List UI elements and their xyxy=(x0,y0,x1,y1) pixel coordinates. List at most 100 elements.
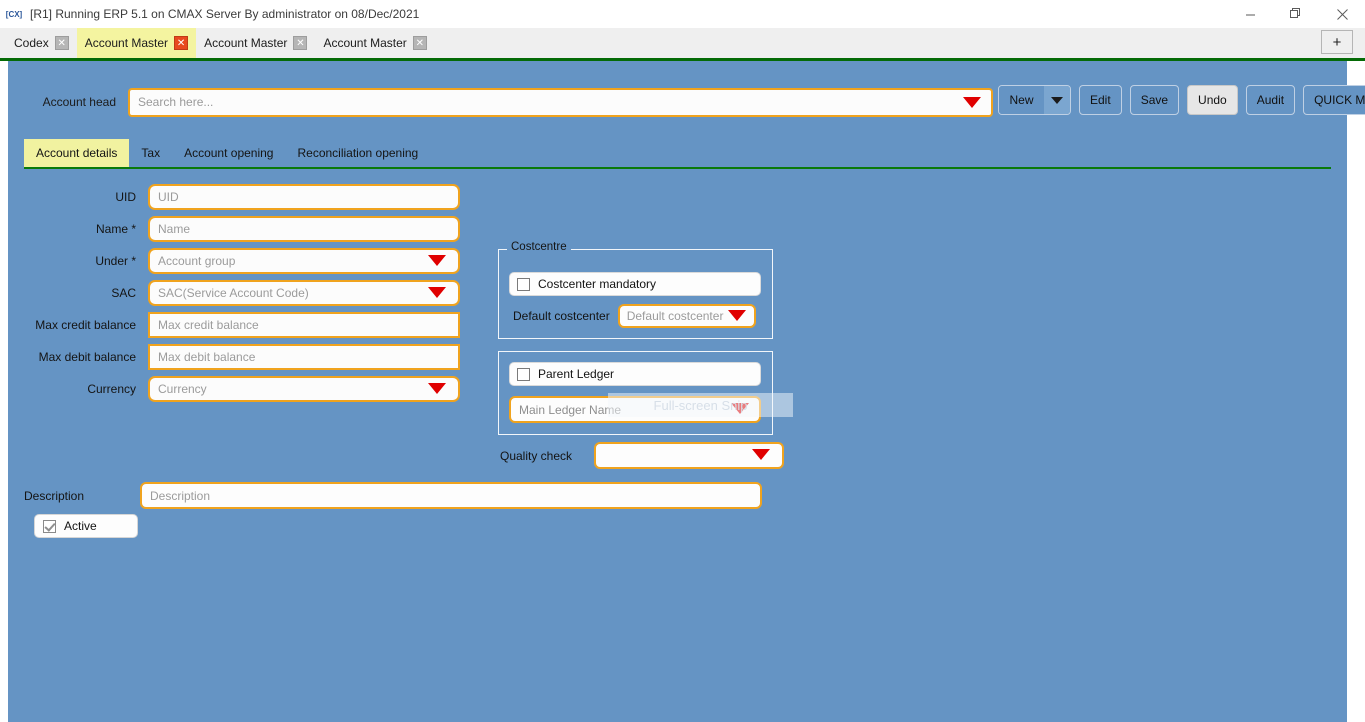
erp-icon: [CX] xyxy=(6,6,22,22)
window-controls xyxy=(1227,0,1365,28)
account-head-label: Account head xyxy=(20,95,128,109)
search-input[interactable]: Search here... xyxy=(128,88,993,117)
doc-tab-label: Account Master xyxy=(204,36,287,50)
description-row: Description Description xyxy=(24,482,762,509)
quality-check-dropdown[interactable] xyxy=(594,442,784,469)
field-row-name: Name * Name xyxy=(24,213,460,245)
max-credit-balance-label: Max credit balance xyxy=(24,318,148,332)
under-placeholder: Account group xyxy=(150,254,235,268)
tab-close-icon[interactable]: ✕ xyxy=(413,36,427,50)
section-tabs: Account details Tax Account opening Reco… xyxy=(24,139,1337,167)
chevron-down-icon[interactable] xyxy=(428,287,446,298)
quality-check-row: Quality check xyxy=(500,442,784,469)
new-split-button[interactable]: New xyxy=(998,85,1071,115)
tab-close-icon[interactable]: ✕ xyxy=(174,36,188,50)
chevron-down-icon[interactable] xyxy=(428,383,446,394)
uid-input[interactable]: UID xyxy=(148,184,460,210)
window-title: [R1] Running ERP 5.1 on CMAX Server By a… xyxy=(30,7,419,21)
max-debit-balance-placeholder: Max debit balance xyxy=(150,350,255,364)
quick-menu-button[interactable]: QUICK MENU xyxy=(1303,85,1365,115)
max-debit-balance-label: Max debit balance xyxy=(24,350,148,364)
currency-label: Currency xyxy=(24,382,148,396)
description-label: Description xyxy=(24,489,140,503)
field-row-uid: UID UID xyxy=(24,181,460,213)
save-button[interactable]: Save xyxy=(1130,85,1179,115)
field-row-sac: SAC SAC(Service Account Code) xyxy=(24,277,460,309)
tab-close-icon[interactable]: ✕ xyxy=(55,36,69,50)
tab-account-details[interactable]: Account details xyxy=(24,139,129,167)
new-dropdown-button[interactable] xyxy=(1044,86,1070,114)
field-row-under: Under * Account group xyxy=(24,245,460,277)
chevron-down-icon[interactable] xyxy=(752,449,770,460)
costcenter-mandatory-checkbox-row[interactable]: Costcenter mandatory xyxy=(509,272,761,296)
name-placeholder: Name xyxy=(150,222,190,236)
audit-button[interactable]: Audit xyxy=(1246,85,1295,115)
field-row-currency: Currency Currency xyxy=(24,373,460,405)
default-costcenter-placeholder: Default costcenter xyxy=(620,309,724,323)
parent-ledger-label: Parent Ledger xyxy=(538,367,614,381)
sac-placeholder: SAC(Service Account Code) xyxy=(150,286,309,300)
tab-account-opening[interactable]: Account opening xyxy=(172,139,285,167)
tab-close-icon[interactable]: ✕ xyxy=(293,36,307,50)
max-debit-balance-input[interactable]: Max debit balance xyxy=(148,344,460,370)
doc-tab-label: Account Master xyxy=(85,36,168,50)
parent-ledger-group: Parent Ledger Main Ledger Name xyxy=(498,351,773,435)
restore-icon[interactable] xyxy=(1273,0,1319,28)
edit-button[interactable]: Edit xyxy=(1079,85,1122,115)
chevron-down-icon[interactable] xyxy=(728,310,746,321)
tab-reconciliation-opening[interactable]: Reconciliation opening xyxy=(285,139,430,167)
main-ledger-name-placeholder: Main Ledger Name xyxy=(511,403,621,417)
costcentre-legend: Costcentre xyxy=(507,241,571,253)
under-dropdown[interactable]: Account group xyxy=(148,248,460,274)
field-row-max-debit-balance: Max debit balance Max debit balance xyxy=(24,341,460,373)
new-tab-button[interactable]: + xyxy=(1321,30,1353,54)
active-checkbox-row[interactable]: Active xyxy=(34,514,138,538)
chevron-down-icon[interactable] xyxy=(731,403,749,414)
chevron-down-icon[interactable] xyxy=(963,97,981,108)
new-button[interactable]: New xyxy=(999,86,1044,114)
quality-check-label: Quality check xyxy=(500,449,594,463)
active-label: Active xyxy=(64,519,97,533)
max-credit-balance-input[interactable]: Max credit balance xyxy=(148,312,460,338)
doc-tab-account-master-2[interactable]: Account Master ✕ xyxy=(196,28,315,58)
doc-tab-label: Account Master xyxy=(323,36,406,50)
window-titlebar: [CX] [R1] Running ERP 5.1 on CMAX Server… xyxy=(0,0,1365,28)
uid-label: UID xyxy=(24,190,148,204)
checkbox-icon[interactable] xyxy=(517,368,530,381)
chevron-down-icon xyxy=(1051,97,1063,104)
default-costcenter-label: Default costcenter xyxy=(513,309,618,323)
main-ledger-name-dropdown[interactable]: Main Ledger Name xyxy=(509,396,761,423)
parent-ledger-checkbox-row[interactable]: Parent Ledger xyxy=(509,362,761,386)
chevron-down-icon[interactable] xyxy=(428,255,446,266)
name-label: Name * xyxy=(24,222,148,236)
currency-dropdown[interactable]: Currency xyxy=(148,376,460,402)
sac-dropdown[interactable]: SAC(Service Account Code) xyxy=(148,280,460,306)
field-row-max-credit-balance: Max credit balance Max credit balance xyxy=(24,309,460,341)
account-details-form: UID UID Name * Name Under * Account grou… xyxy=(24,181,460,405)
under-label: Under * xyxy=(24,254,148,268)
description-input[interactable]: Description xyxy=(140,482,762,509)
costcentre-group: Costcentre Costcenter mandatory Default … xyxy=(498,249,773,339)
costcenter-mandatory-label: Costcenter mandatory xyxy=(538,277,656,291)
app-body: Account head Search here... New Edit Sav… xyxy=(0,61,1365,722)
tab-tax[interactable]: Tax xyxy=(129,139,172,167)
max-credit-balance-placeholder: Max credit balance xyxy=(150,318,259,332)
default-costcenter-row: Default costcenter Default costcenter xyxy=(513,304,756,328)
default-costcenter-dropdown[interactable]: Default costcenter xyxy=(618,304,756,328)
doc-tab-account-master-1[interactable]: Account Master ✕ xyxy=(77,28,196,58)
undo-button[interactable]: Undo xyxy=(1187,85,1238,115)
doc-tab-label: Codex xyxy=(14,36,49,50)
checkbox-icon[interactable] xyxy=(43,520,56,533)
close-icon[interactable] xyxy=(1319,0,1365,28)
name-input[interactable]: Name xyxy=(148,216,460,242)
uid-placeholder: UID xyxy=(150,190,179,204)
minimize-icon[interactable] xyxy=(1227,0,1273,28)
document-tabstrip: Codex ✕ Account Master ✕ Account Master … xyxy=(0,28,1365,58)
doc-tab-account-master-3[interactable]: Account Master ✕ xyxy=(315,28,434,58)
doc-tab-codex[interactable]: Codex ✕ xyxy=(6,28,77,58)
description-placeholder: Description xyxy=(142,489,210,503)
search-placeholder: Search here... xyxy=(130,95,213,109)
checkbox-icon[interactable] xyxy=(517,278,530,291)
currency-placeholder: Currency xyxy=(150,382,207,396)
form-panel: Account head Search here... New Edit Sav… xyxy=(8,61,1347,722)
